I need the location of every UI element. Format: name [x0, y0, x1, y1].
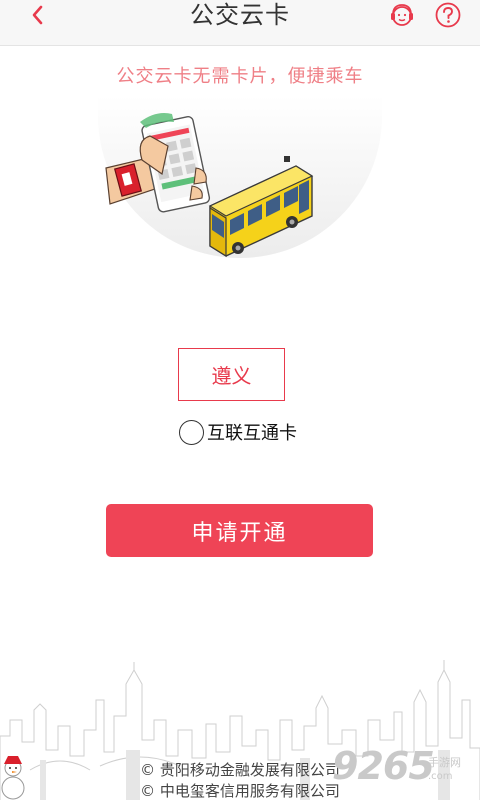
customer-service-button[interactable] — [388, 1, 416, 31]
question-mark-icon — [435, 2, 461, 28]
city-select-button[interactable]: 遵义 — [178, 348, 285, 401]
slogan-text: 公交云卡无需卡片，便捷乘车 — [116, 66, 364, 87]
top-bar: 公交云卡 — [0, 0, 480, 46]
interop-card-radio[interactable]: 互联互通卡 — [179, 418, 297, 446]
customer-service-icon — [391, 4, 413, 26]
phone-and-bus-illustration — [98, 96, 382, 258]
city-select-label: 遵义 — [211, 364, 252, 388]
site-watermark: 9265 手游网 .com — [332, 744, 480, 800]
interop-card-label: 互联互通卡 — [207, 423, 297, 444]
apply-button[interactable]: 申请开通 — [106, 504, 373, 557]
radio-circle-icon[interactable] — [179, 419, 204, 445]
watermark-tag: 手游网 — [428, 756, 461, 769]
watermark-url: .com — [428, 771, 453, 782]
watermark-number: 9265 — [332, 744, 435, 788]
help-button[interactable] — [434, 1, 462, 29]
hero-illustration — [96, 96, 384, 272]
apply-button-label: 申请开通 — [191, 520, 288, 546]
